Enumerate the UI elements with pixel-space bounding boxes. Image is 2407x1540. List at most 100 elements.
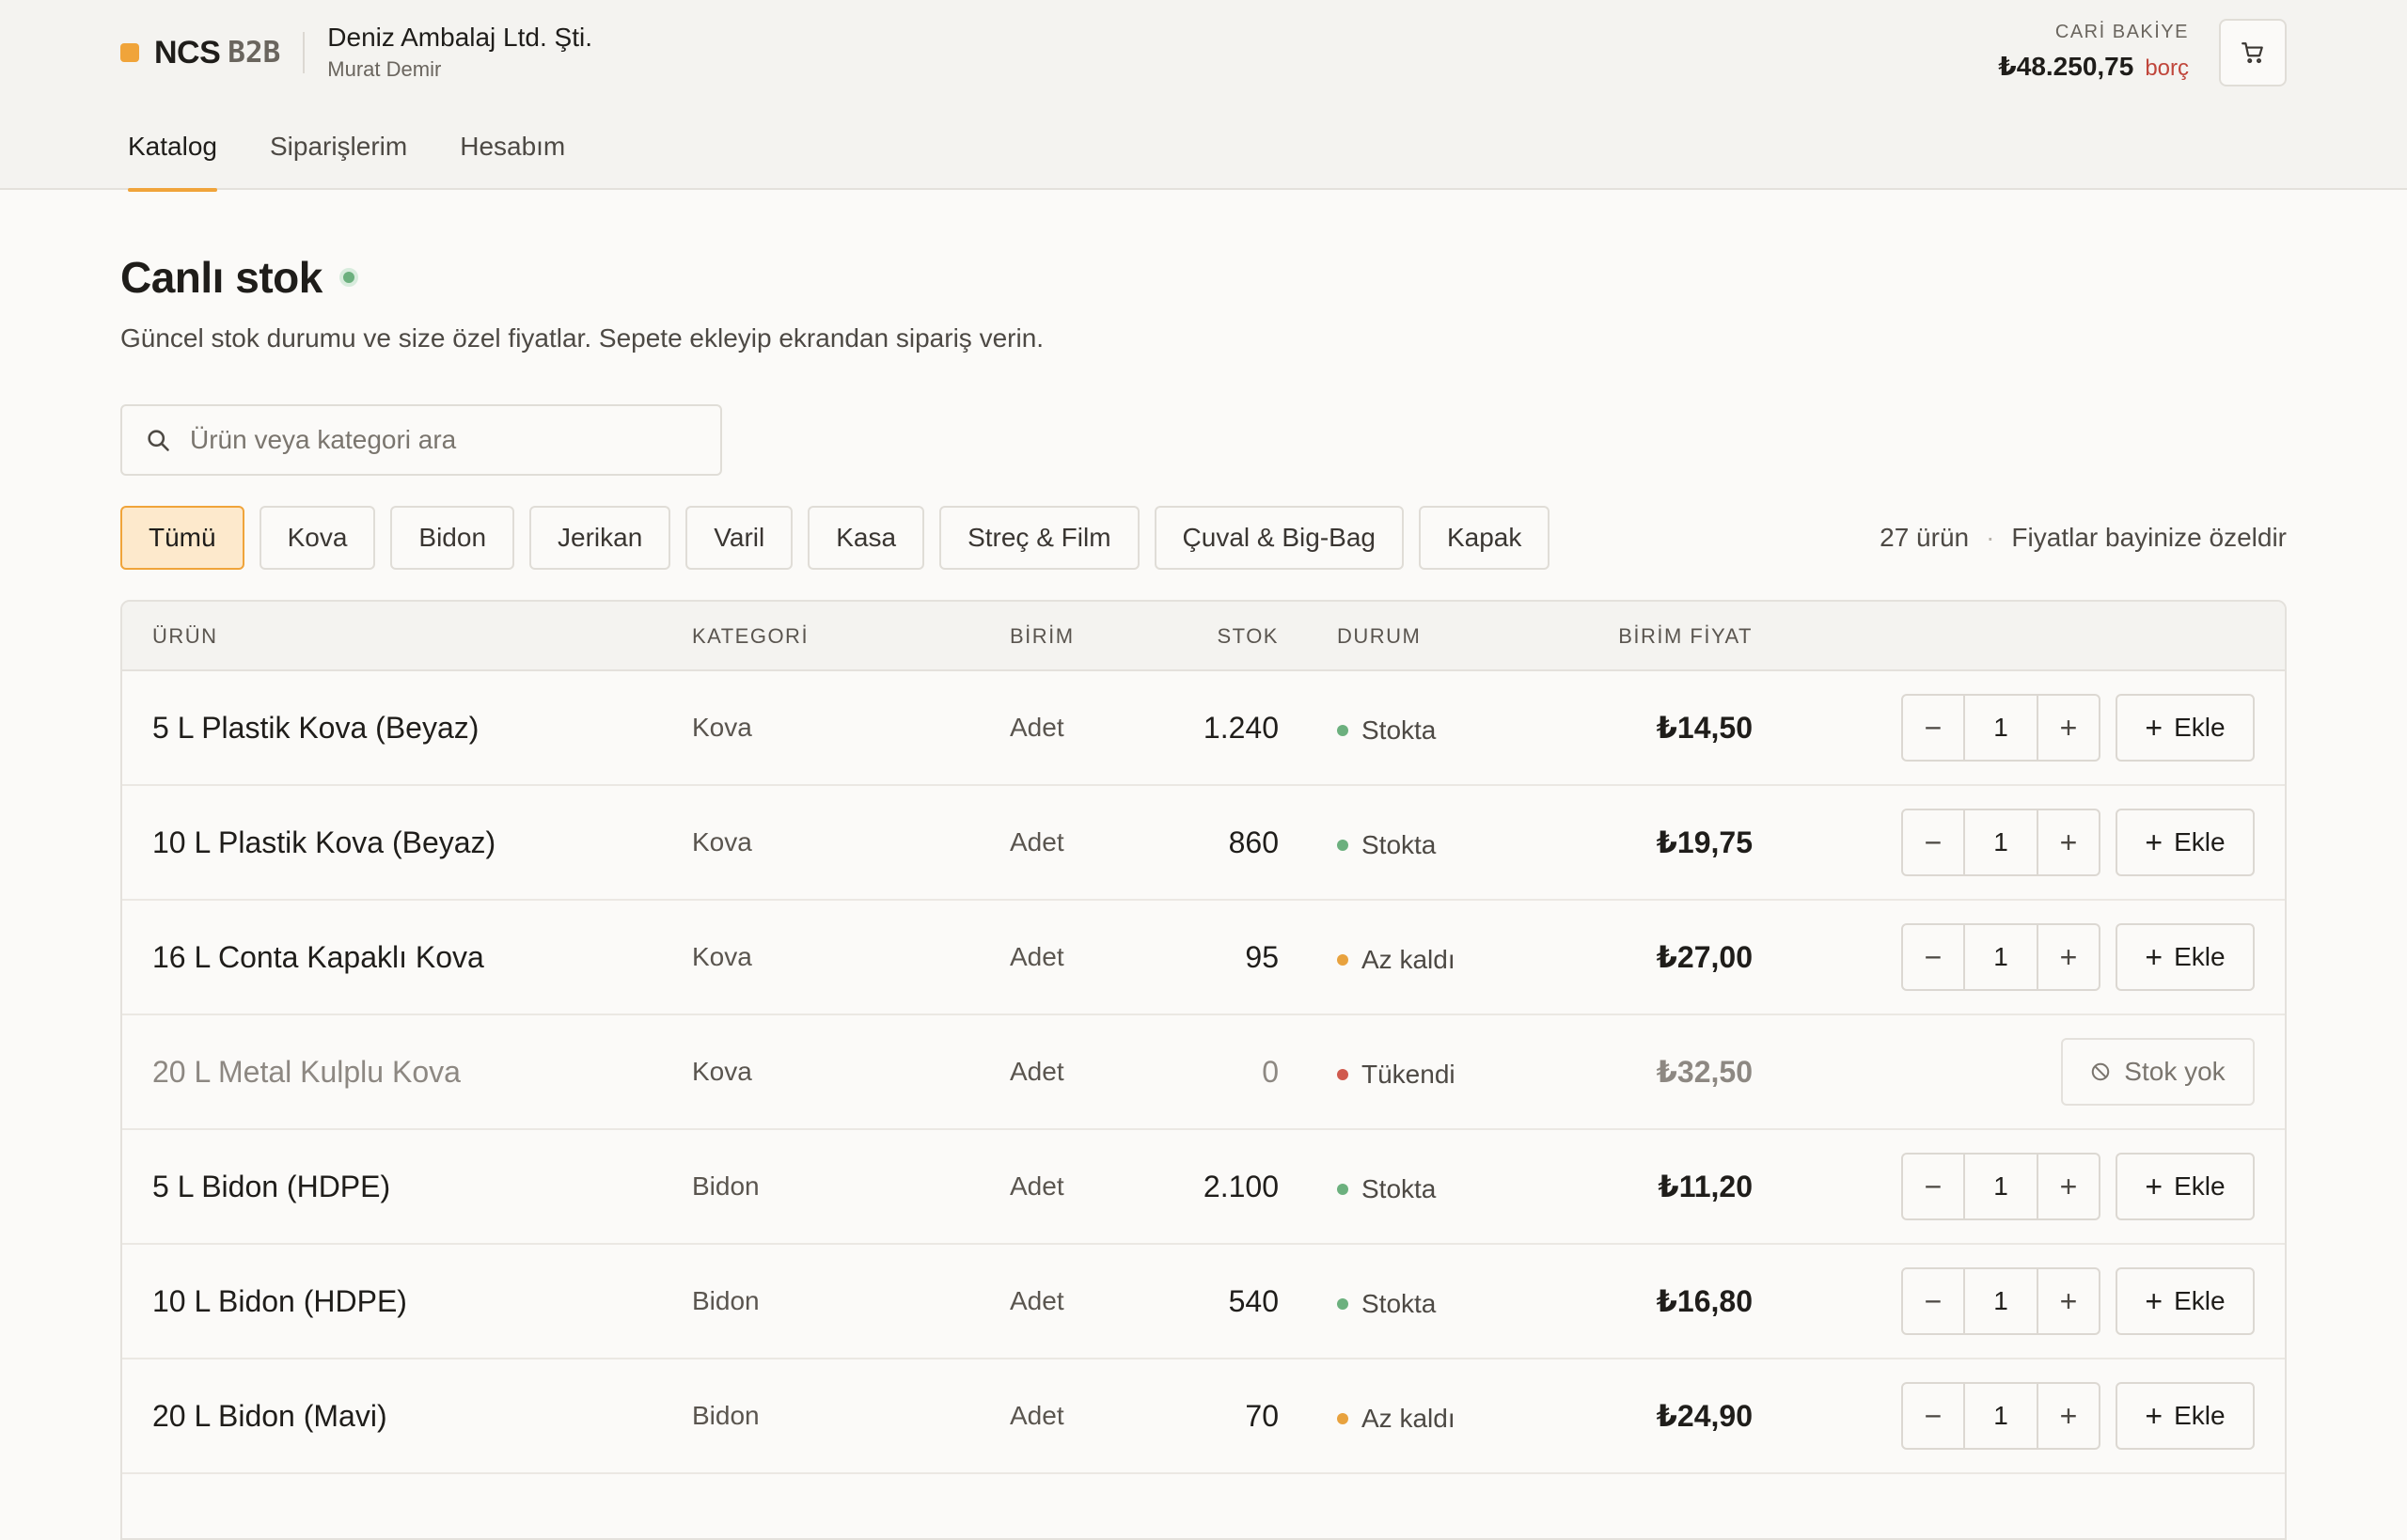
plus-icon: +: [2145, 1169, 2163, 1203]
brand-divider: [303, 32, 306, 73]
add-to-cart-button[interactable]: + Ekle: [2116, 694, 2255, 762]
product-category: Bidon: [692, 1171, 760, 1201]
cart-button[interactable]: [2219, 19, 2287, 86]
decrease-quantity-button[interactable]: −: [1903, 1384, 1965, 1448]
filter-chip-kova[interactable]: Kova: [259, 506, 376, 570]
filter-chip-cuval-bigbag[interactable]: Çuval & Big-Bag: [1154, 506, 1404, 570]
product-name: 5 L Plastik Kova (Beyaz): [152, 710, 480, 745]
product-name: 20 L Metal Kulplu Kova: [152, 1054, 461, 1089]
status-label: Az kaldı: [1361, 1404, 1455, 1433]
status-label: Tükendi: [1361, 1060, 1455, 1089]
header-stock: STOK: [1217, 624, 1279, 648]
page-title: Canlı stok: [120, 253, 323, 302]
balance-status: borç: [2145, 55, 2189, 81]
product-stock: 2.100: [1203, 1169, 1279, 1203]
brand-suffix: B2B: [228, 36, 281, 70]
tab-hesabim[interactable]: Hesabım: [460, 122, 565, 190]
filter-chip-jerikan[interactable]: Jerikan: [529, 506, 671, 570]
unit-price: ₺11,20: [1658, 1170, 1753, 1203]
decrease-quantity-button[interactable]: −: [1903, 696, 1965, 760]
row-actions: −1 + + Ekle: [1901, 671, 2255, 784]
search-input[interactable]: [190, 425, 716, 455]
filter-chip-kapak[interactable]: Kapak: [1418, 506, 1550, 570]
filter-chip-kasa[interactable]: Kasa: [808, 506, 925, 570]
decrease-quantity-button[interactable]: −: [1903, 925, 1965, 989]
balance-amount: ₺48.250,75: [1998, 52, 2134, 81]
table-row: 16 L Conta Kapaklı Kova Kova Adet 95 Az kald…: [122, 901, 2285, 1015]
quantity-stepper: −1 +: [1901, 694, 2100, 762]
product-count: 27 ürün: [1880, 523, 1970, 552]
tab-katalog[interactable]: Katalog: [128, 122, 217, 192]
stock-status: Az kaldı: [1337, 901, 1455, 1014]
status-dot-icon: [1337, 1184, 1348, 1195]
increase-quantity-button[interactable]: +: [2037, 1269, 2099, 1333]
row-actions: Stok yok: [2061, 1015, 2255, 1128]
product-category: Kova: [692, 1057, 752, 1086]
product-category: Bidon: [692, 1286, 760, 1315]
summary-separator: ·: [1986, 523, 1995, 552]
add-to-cart-button[interactable]: + Ekle: [2116, 1382, 2255, 1450]
quantity-value[interactable]: 1: [1965, 810, 2037, 874]
row-actions: −1 + + Ekle: [1901, 1130, 2255, 1243]
quantity-value[interactable]: 1: [1965, 925, 2037, 989]
filter-chip-tumu[interactable]: Tümü: [120, 506, 244, 570]
quantity-value[interactable]: 1: [1965, 1384, 2037, 1448]
decrease-quantity-button[interactable]: −: [1903, 810, 1965, 874]
brand-logo-icon: [120, 43, 139, 62]
add-to-cart-button[interactable]: + Ekle: [2116, 809, 2255, 876]
filter-chip-varil[interactable]: Varil: [685, 506, 794, 570]
unit-price: ₺19,75: [1656, 825, 1753, 859]
product-stock: 70: [1245, 1398, 1279, 1433]
status-dot-icon: [1337, 725, 1348, 736]
page-subtitle: Güncel stok durumu ve size özel fiyatlar…: [120, 323, 1045, 353]
increase-quantity-button[interactable]: +: [2037, 1384, 2099, 1448]
stock-status: Az kaldı: [1337, 1359, 1455, 1472]
product-name: 20 L Bidon (Mavi): [152, 1398, 387, 1433]
table-header: ÜRÜN KATEGORİ BİRİM STOK DURUM BİRİM FİY…: [122, 602, 2285, 671]
plus-icon: +: [2145, 1398, 2163, 1433]
product-category: Kova: [692, 942, 752, 971]
quantity-value[interactable]: 1: [1965, 1269, 2037, 1333]
category-filters: Tümü Kova Bidon Jerikan Varil Kasa Streç…: [120, 506, 1565, 570]
product-stock: 540: [1228, 1283, 1279, 1318]
product-unit: Adet: [1010, 827, 1064, 856]
table-row: 20 L Bidon (Mavi) Bidon Adet 70 Az kaldı ₺24,…: [122, 1359, 2285, 1474]
user-name: Murat Demir: [327, 57, 442, 81]
add-to-cart-button[interactable]: + Ekle: [2116, 1267, 2255, 1335]
increase-quantity-button[interactable]: +: [2037, 696, 2099, 760]
table-row: 5 L Bidon (HDPE) Bidon Adet 2.100 Stokta ₺11,…: [122, 1130, 2285, 1245]
unit-price: ₺27,00: [1656, 940, 1753, 974]
unit-price: ₺24,90: [1656, 1399, 1753, 1433]
increase-quantity-button[interactable]: +: [2037, 1155, 2099, 1218]
increase-quantity-button[interactable]: +: [2037, 925, 2099, 989]
quantity-stepper: −1 +: [1901, 1382, 2100, 1450]
filter-chip-strec-film[interactable]: Streç & Film: [939, 506, 1140, 570]
out-of-stock-button: Stok yok: [2061, 1038, 2255, 1106]
quantity-value[interactable]: 1: [1965, 1155, 2037, 1218]
status-label: Stokta: [1361, 715, 1437, 745]
product-unit: Adet: [1010, 942, 1064, 971]
tab-siparislerim[interactable]: Siparişlerim: [270, 122, 407, 190]
product-stock: 1.240: [1203, 710, 1279, 745]
search-icon: [148, 430, 169, 451]
out-of-stock-label: Stok yok: [2124, 1057, 2226, 1086]
filter-chip-bidon[interactable]: Bidon: [390, 506, 515, 570]
brand: NCS B2B Deniz Ambalaj Ltd. Şti. Murat De…: [120, 23, 592, 81]
result-summary: 27 ürün · Fiyatlar bayinize özeldir: [1880, 506, 2287, 570]
plus-icon: +: [2145, 825, 2163, 859]
add-button-label: Ekle: [2174, 1401, 2226, 1430]
increase-quantity-button[interactable]: +: [2037, 810, 2099, 874]
add-to-cart-button[interactable]: + Ekle: [2116, 1153, 2255, 1220]
product-unit: Adet: [1010, 713, 1064, 742]
product-stock: 0: [1262, 1054, 1279, 1089]
cart-icon: [2242, 42, 2263, 64]
table-row: 10 L Plastik Kova (Beyaz) Kova Adet 860 Stok…: [122, 786, 2285, 901]
product-stock: 95: [1245, 939, 1279, 974]
add-to-cart-button[interactable]: + Ekle: [2116, 923, 2255, 991]
search-box[interactable]: [120, 404, 722, 476]
table-body: 5 L Plastik Kova (Beyaz) Kova Adet 1.240 Sto…: [122, 671, 2285, 1474]
decrease-quantity-button[interactable]: −: [1903, 1269, 1965, 1333]
header-product: ÜRÜN: [152, 624, 218, 648]
decrease-quantity-button[interactable]: −: [1903, 1155, 1965, 1218]
quantity-value[interactable]: 1: [1965, 696, 2037, 760]
